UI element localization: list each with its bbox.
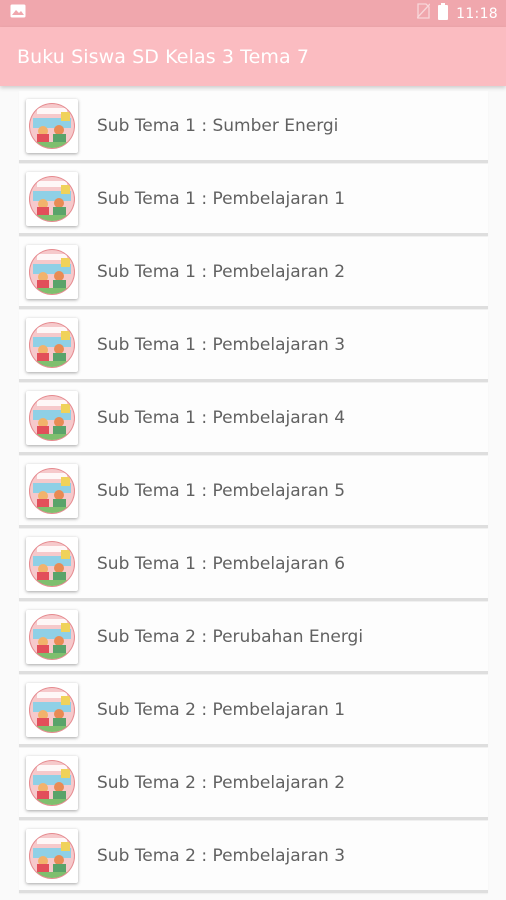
- list-item-label: Sub Tema 2 : Pembelajaran 3: [97, 845, 346, 866]
- lesson-list[interactable]: Sub Tema 1 : Sumber Energi Sub Tema 1 : P…: [0, 86, 506, 900]
- list-item-label: Sub Tema 1 : Pembelajaran 6: [97, 553, 346, 574]
- book-cover-image: [29, 613, 75, 660]
- book-cover-image: [29, 832, 75, 879]
- list-item[interactable]: Sub Tema 1 : Pembelajaran 2: [19, 237, 488, 309]
- book-thumbnail: [26, 609, 78, 664]
- book-cover-image: [29, 175, 75, 222]
- book-cover-image: [29, 759, 75, 806]
- list-item-label: Sub Tema 1 : Pembelajaran 4: [97, 407, 346, 428]
- list-item-label: Sub Tema 1 : Pembelajaran 2: [97, 261, 346, 282]
- list-item-label: Sub Tema 2 : Pembelajaran 1: [97, 699, 346, 720]
- list-item[interactable]: Sub Tema 1 : Pembelajaran 3: [19, 310, 488, 382]
- image-notification-icon: [10, 4, 26, 23]
- list-item[interactable]: Sub Tema 1 : Pembelajaran 1: [19, 164, 488, 236]
- book-thumbnail: [26, 98, 78, 153]
- list-item[interactable]: Sub Tema 1 : Pembelajaran 5: [19, 456, 488, 528]
- list-item[interactable]: Sub Tema 2 : Pembelajaran 3: [19, 821, 488, 893]
- book-thumbnail: [26, 682, 78, 737]
- book-cover-image: [29, 394, 75, 441]
- list-item-label: Sub Tema 1 : Pembelajaran 5: [97, 480, 346, 501]
- status-time: 11:18: [456, 5, 498, 22]
- book-thumbnail: [26, 755, 78, 810]
- book-cover-image: [29, 540, 75, 587]
- list-item-label: Sub Tema 2 : Pembelajaran 2: [97, 772, 346, 793]
- list-item-label: Sub Tema 1 : Pembelajaran 1: [97, 188, 346, 209]
- book-cover-image: [29, 248, 75, 295]
- app-title: Buku Siswa SD Kelas 3 Tema 7: [17, 45, 310, 68]
- battery-icon: [438, 2, 449, 25]
- list-item[interactable]: Sub Tema 1 : Sumber Energi: [19, 91, 488, 163]
- list-item-label: Sub Tema 1 : Pembelajaran 3: [97, 334, 346, 355]
- status-left: [10, 4, 26, 23]
- status-bar: 11:18: [0, 0, 506, 27]
- book-thumbnail: [26, 828, 78, 883]
- no-sim-icon: [416, 3, 431, 24]
- list-item[interactable]: Sub Tema 2 : Pembelajaran 1: [19, 675, 488, 747]
- list-item[interactable]: Sub Tema 1 : Pembelajaran 6: [19, 529, 488, 601]
- book-thumbnail: [26, 390, 78, 445]
- list-item-label: Sub Tema 1 : Sumber Energi: [97, 115, 339, 136]
- list-item[interactable]: Sub Tema 1 : Pembelajaran 4: [19, 383, 488, 455]
- book-cover-image: [29, 467, 75, 514]
- list-item[interactable]: Sub Tema 2 : Perubahan Energi: [19, 602, 488, 674]
- book-thumbnail: [26, 463, 78, 518]
- book-cover-image: [29, 102, 75, 149]
- book-thumbnail: [26, 536, 78, 591]
- book-thumbnail: [26, 171, 78, 226]
- book-thumbnail: [26, 244, 78, 299]
- book-cover-image: [29, 321, 75, 368]
- status-right: 11:18: [416, 2, 498, 25]
- list-item[interactable]: Sub Tema 2 : Pembelajaran 2: [19, 748, 488, 820]
- app-bar: Buku Siswa SD Kelas 3 Tema 7: [0, 27, 506, 86]
- book-thumbnail: [26, 317, 78, 372]
- book-cover-image: [29, 686, 75, 733]
- list-item-label: Sub Tema 2 : Perubahan Energi: [97, 626, 364, 647]
